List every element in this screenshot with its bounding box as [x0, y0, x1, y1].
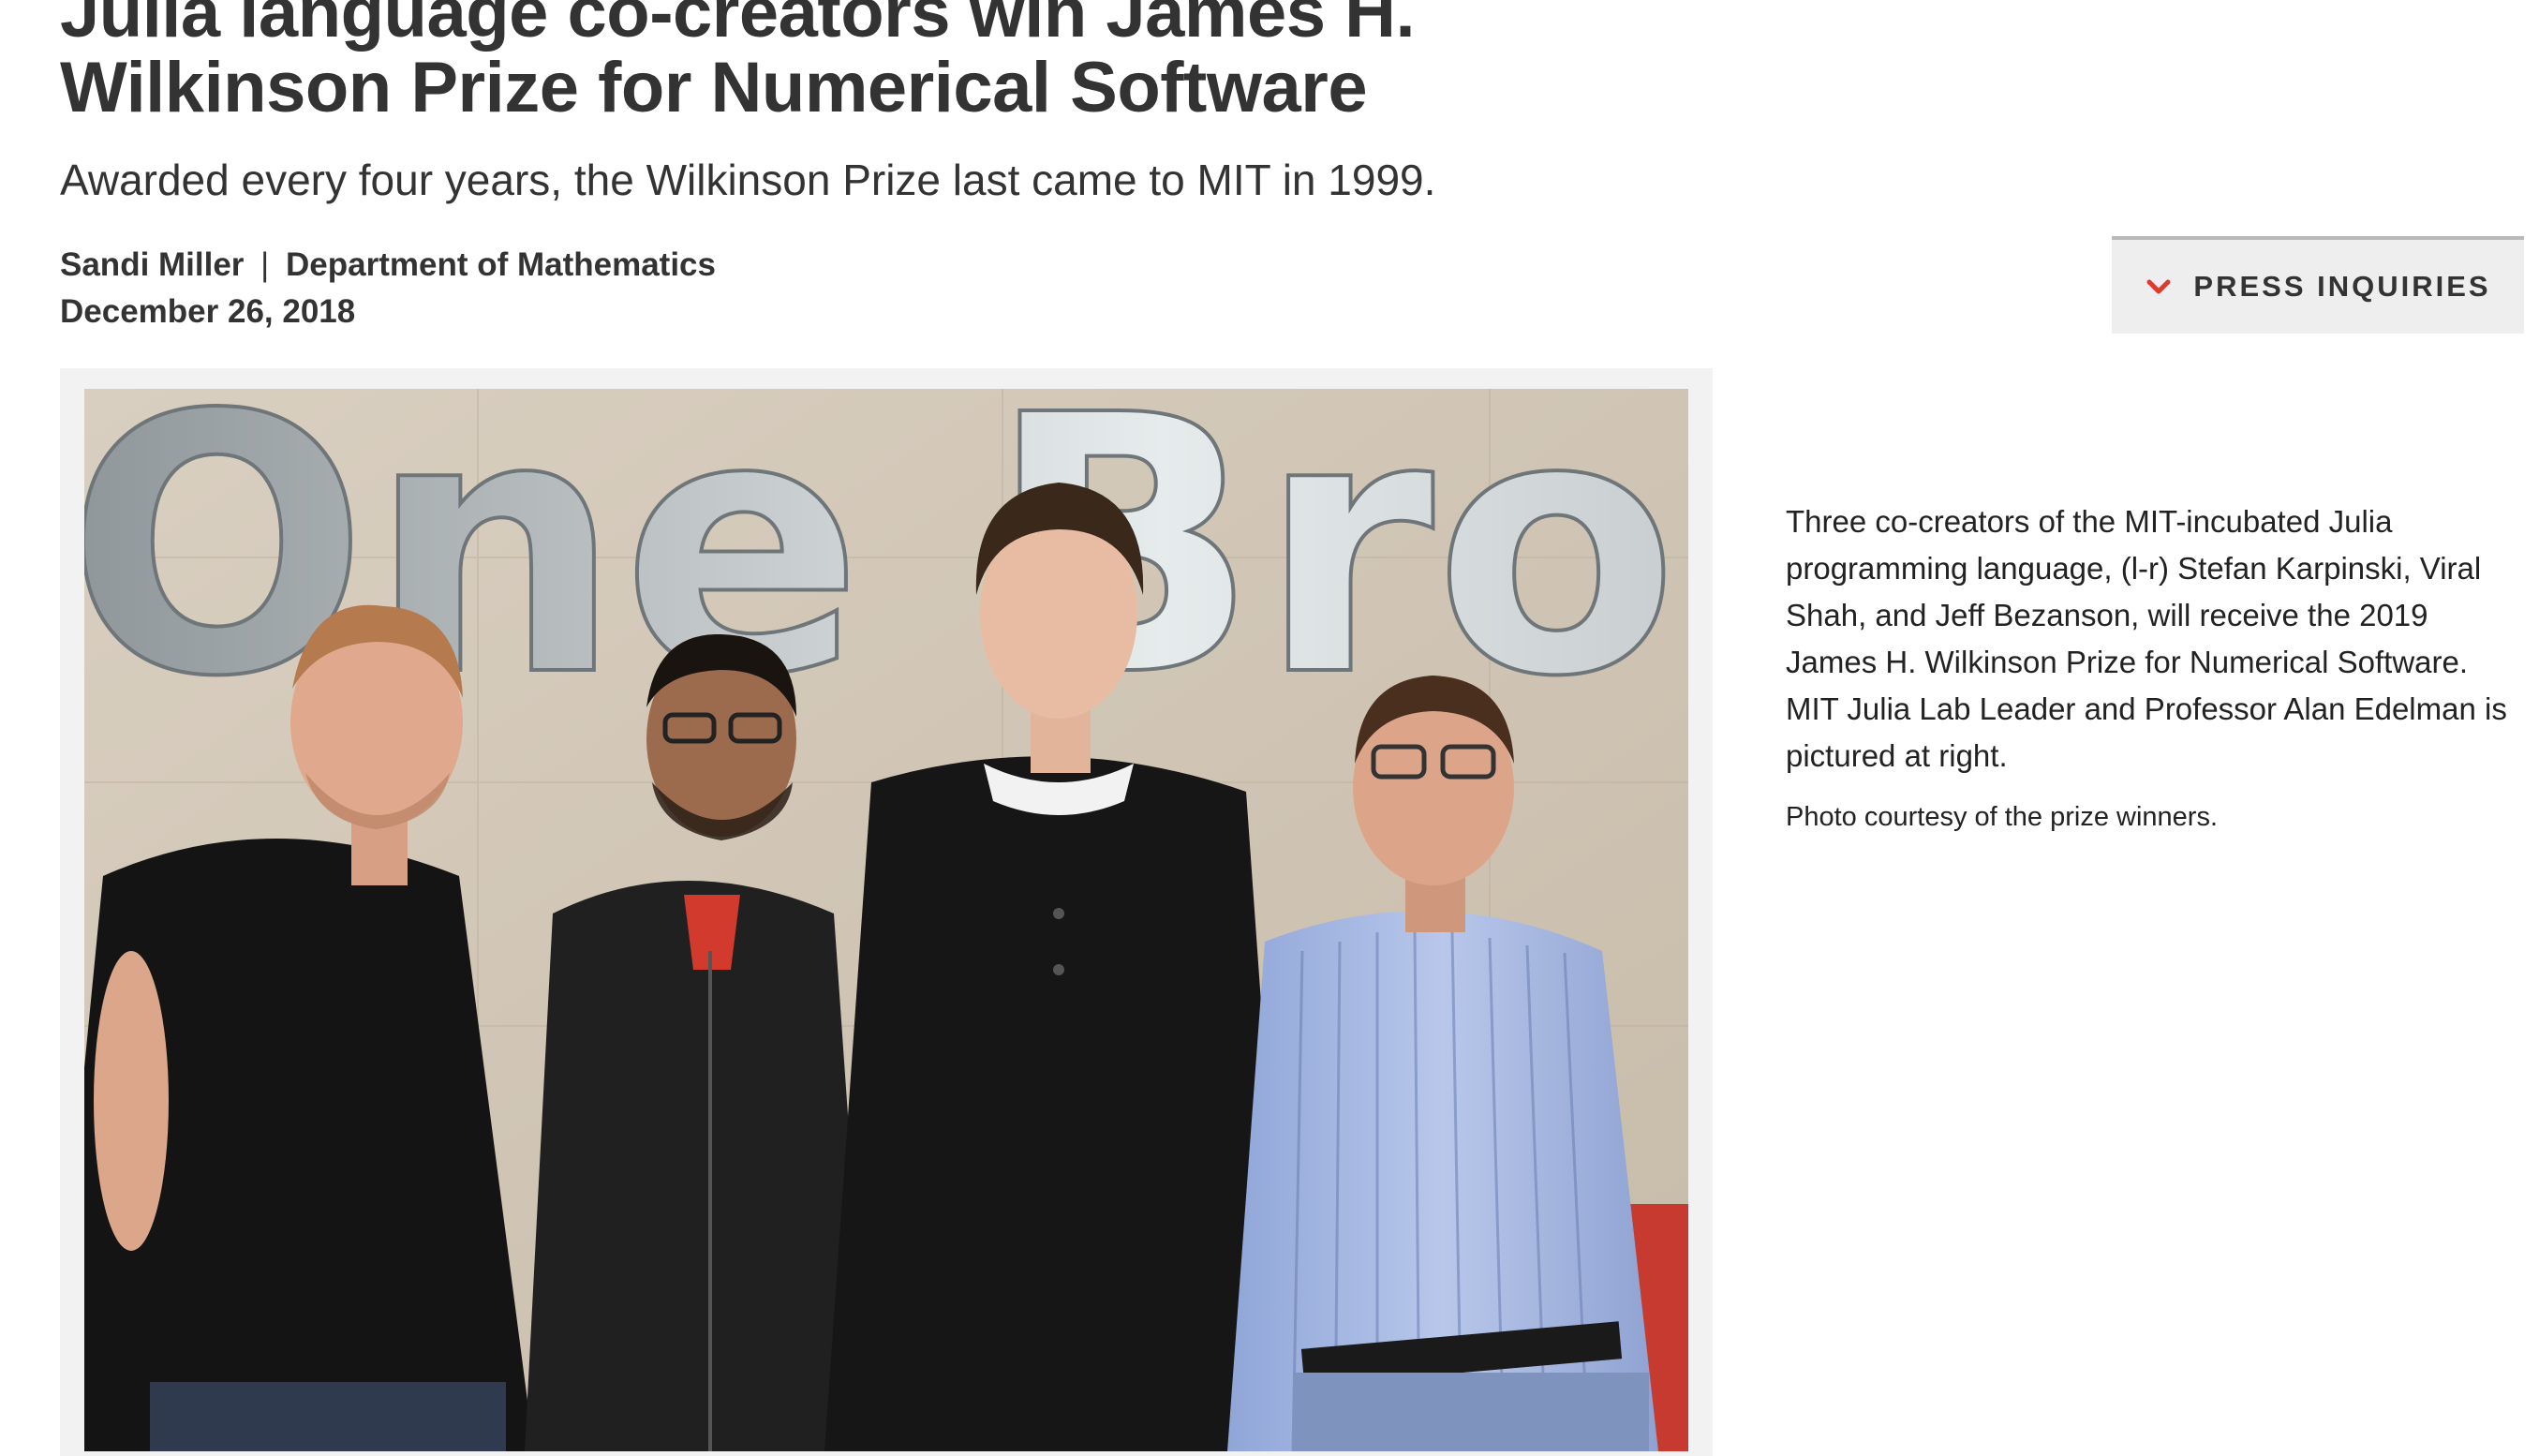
article-photo[interactable]: One Broadw — [84, 389, 1688, 1451]
photo-frame: One Broadw — [60, 368, 1713, 1456]
article-subhead: Awarded every four years, the Wilkinson … — [60, 156, 1436, 204]
department-link[interactable]: Department of Mathematics — [286, 246, 716, 283]
article-headline: Julia language co-creators win James H. … — [60, 0, 1416, 127]
chevron-down-icon — [2146, 279, 2171, 294]
byline: Sandi Miller | Department of Mathematics — [60, 242, 716, 289]
photo-credit: Photo courtesy of the prize winners. — [1786, 802, 2219, 832]
group-photo-image: One Broadw — [84, 389, 1688, 1451]
press-inquiries-button[interactable]: PRESS INQUIRIES — [2112, 236, 2524, 334]
publish-date: December 26, 2018 — [60, 293, 356, 330]
article-page: Julia language co-creators win James H. … — [0, 0, 2539, 1456]
author-link[interactable]: Sandi Miller — [60, 246, 244, 283]
press-inquiries-label: PRESS INQUIRIES — [2193, 270, 2491, 303]
byline-separator: | — [260, 246, 270, 283]
photo-caption: Three co-creators of the MIT-incubated J… — [1786, 504, 2507, 773]
